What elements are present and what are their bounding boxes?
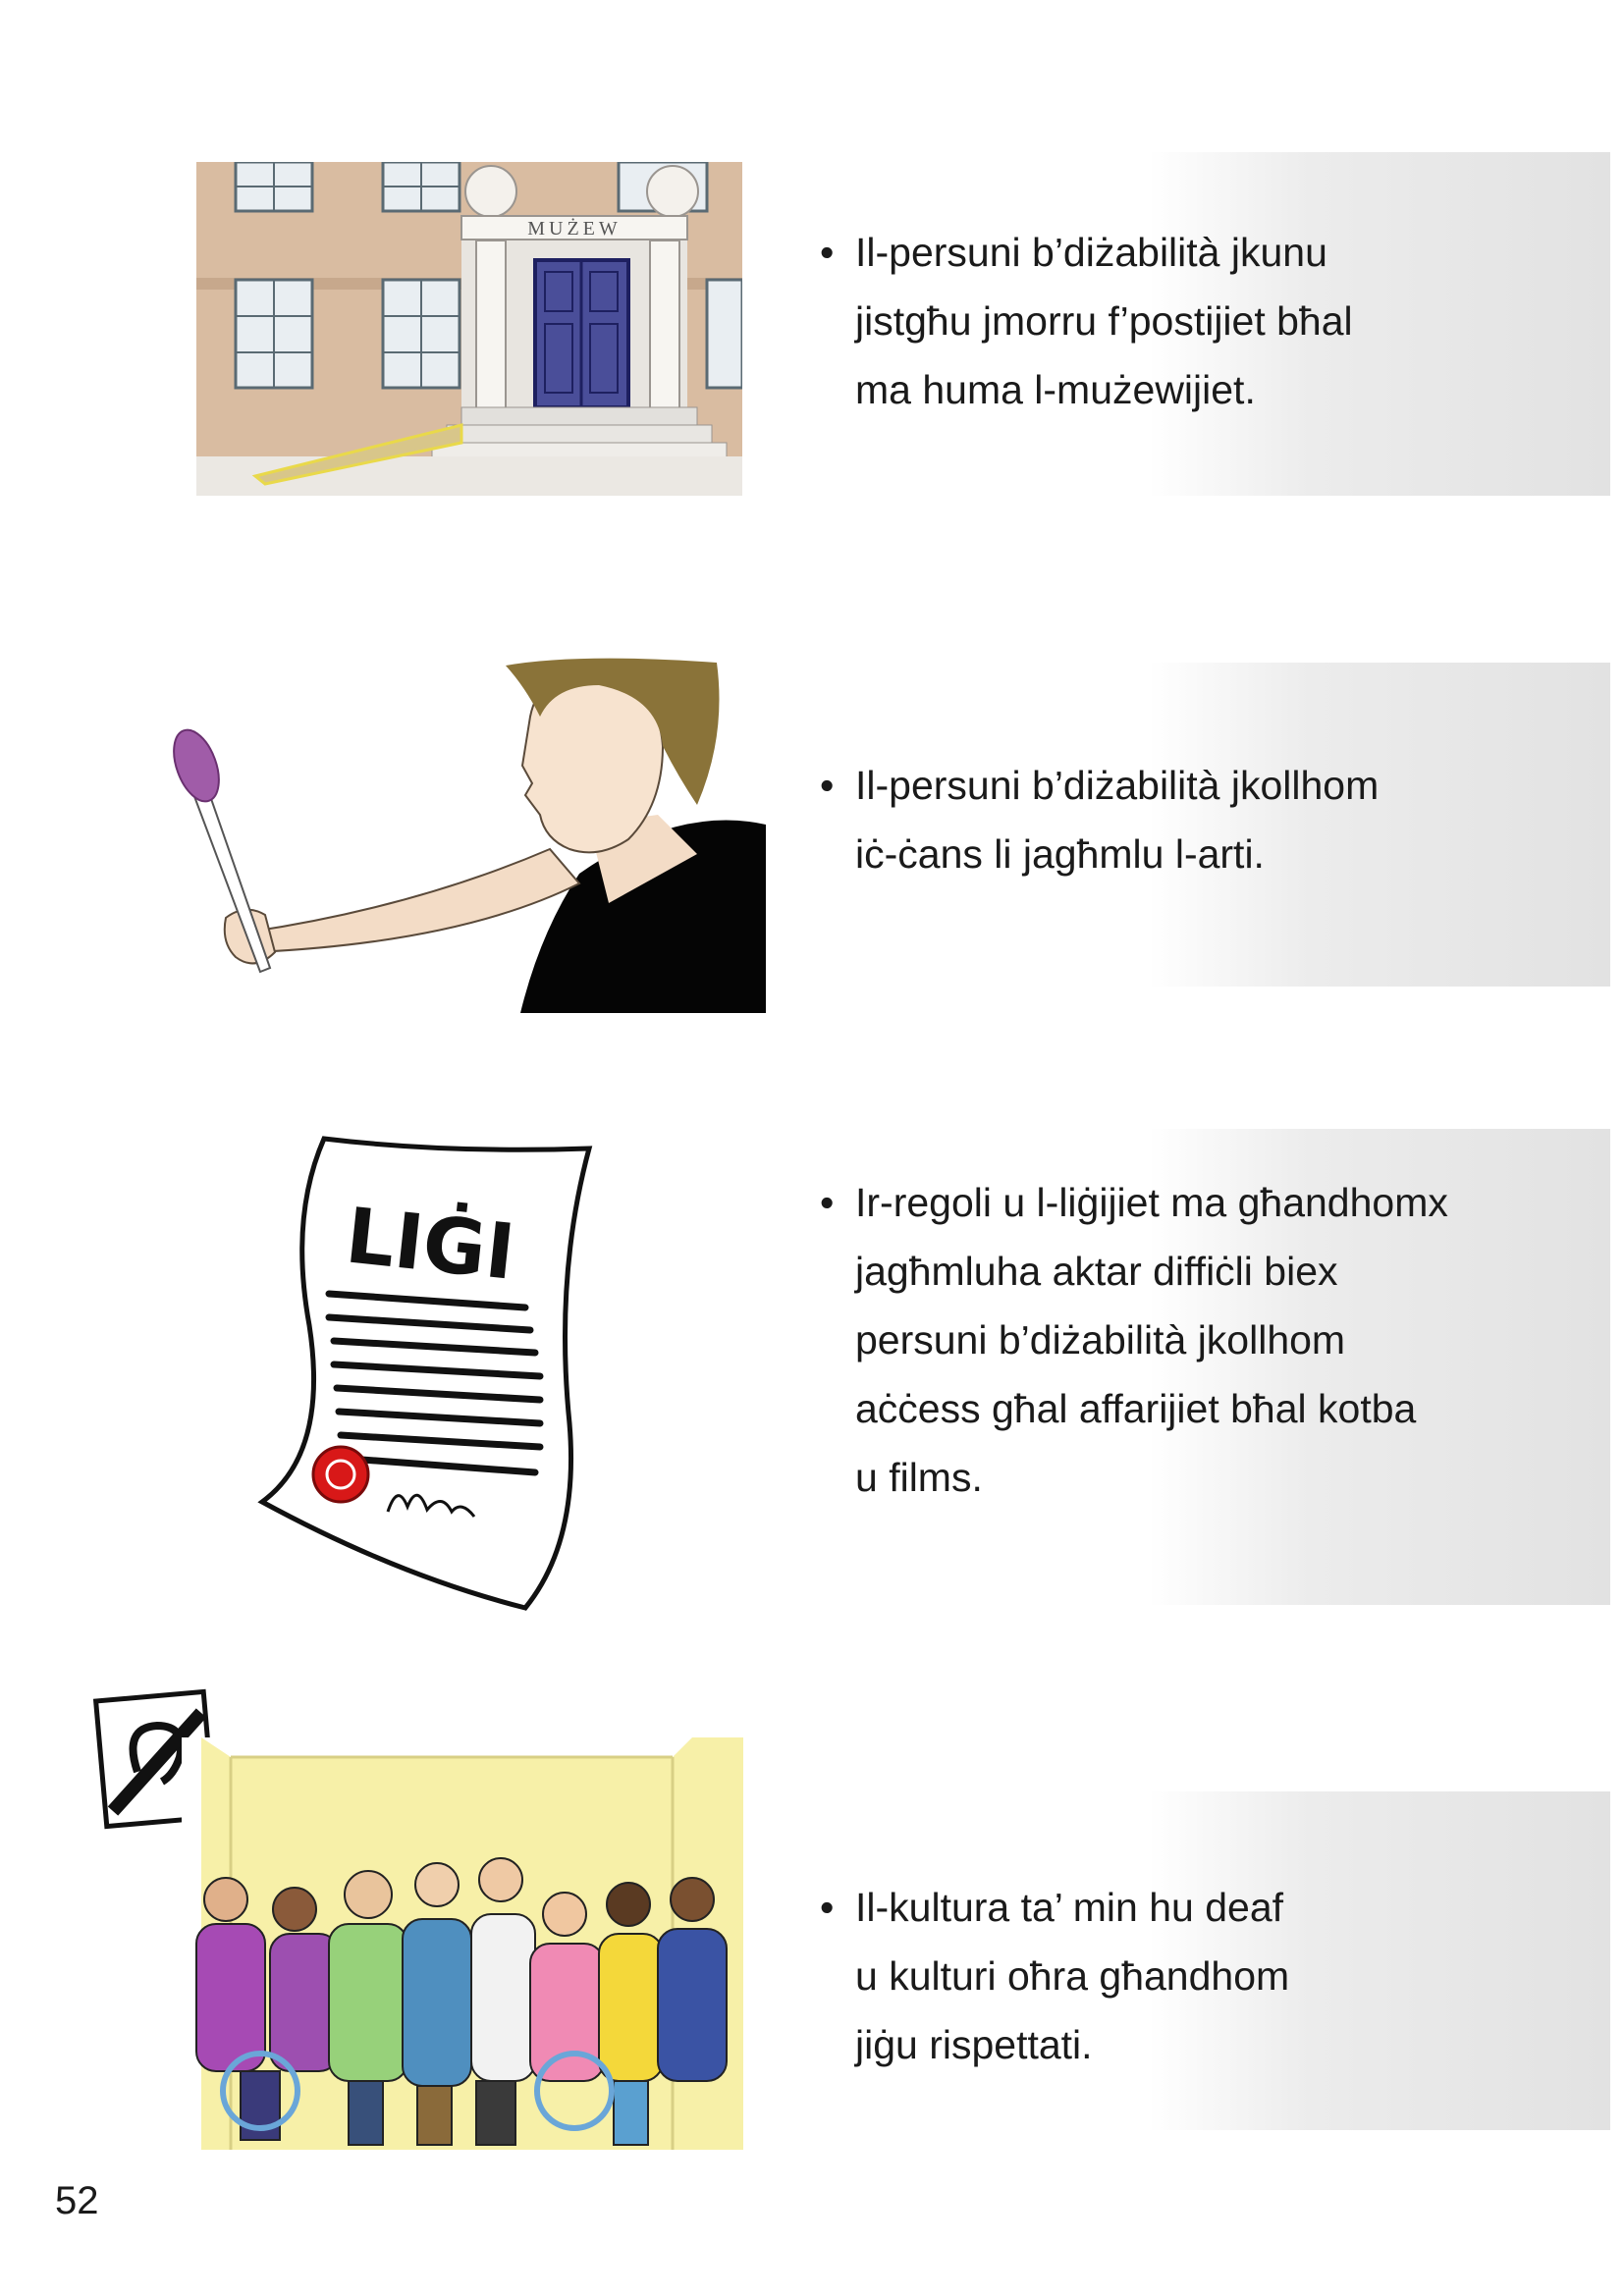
text-line: ma huma l-mużewijiet. [855, 367, 1256, 412]
text-line: jistgħu jmorru f’postijiet bħal [855, 298, 1353, 344]
painter-illustration [173, 658, 766, 1013]
text-line: Ir-regoli u l-liġijiet ma għandhomx [855, 1180, 1448, 1225]
text-line: Il-kultura ta’ min hu deaf [855, 1885, 1284, 1930]
page-number: 52 [55, 2179, 99, 2222]
list-item: Il-persuni b’diżabilità jkollhom iċ-ċans… [820, 751, 1379, 888]
bullet-text-1: Il-persuni b’diżabilità jkunu jistgħu jm… [820, 218, 1353, 424]
bullet-text-4: Il-kultura ta’ min hu deaf u kulturi oħr… [820, 1873, 1289, 2079]
seal-icon [311, 1445, 370, 1504]
text-line: jagħmluha aktar diffiċli biex [855, 1249, 1338, 1294]
document-title: LIĠI [342, 1190, 518, 1297]
bullet-text-2: Il-persuni b’diżabilità jkollhom iċ-ċans… [820, 751, 1379, 888]
law-document-illustration: LIĠI [257, 1136, 593, 1611]
text-line: persuni b’diżabilità jkollhom [855, 1317, 1346, 1362]
bullet-text-3: Ir-regoli u l-liġijiet ma għandhomx jagħ… [820, 1168, 1448, 1512]
text-line: jiġu rispettati. [855, 2022, 1093, 2067]
group-of-people-illustration [182, 1737, 743, 2150]
text-line: u kulturi oħra għandhom [855, 1953, 1290, 1999]
museum-sign: MUŻEW [527, 217, 622, 240]
text-line: iċ-ċans li jagħmlu l-arti. [855, 831, 1265, 877]
text-line: aċċess għal affarijiet bħal kotba [855, 1386, 1417, 1431]
text-line: Il-persuni b’diżabilità jkollhom [855, 763, 1380, 808]
museum-illustration: MUŻEW [196, 162, 742, 496]
text-line: Il-persuni b’diżabilità jkunu [855, 230, 1327, 275]
list-item: Ir-regoli u l-liġijiet ma għandhomx jagħ… [820, 1168, 1448, 1512]
list-item: Il-kultura ta’ min hu deaf u kulturi oħr… [820, 1873, 1289, 2079]
list-item: Il-persuni b’diżabilità jkunu jistgħu jm… [820, 218, 1353, 424]
text-line: u films. [855, 1455, 983, 1500]
